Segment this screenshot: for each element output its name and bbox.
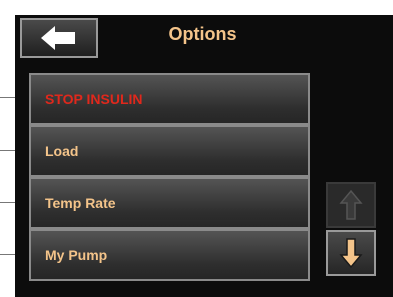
page-title: Options	[168, 24, 237, 44]
menu-item-label: My Pump	[45, 247, 108, 263]
back-button[interactable]	[20, 18, 98, 58]
menu-item-stop-insulin[interactable]: STOP INSULIN	[29, 73, 310, 125]
arrow-up-icon	[339, 189, 363, 220]
scroll-down-button[interactable]	[326, 230, 376, 276]
menu-item-label: Load	[45, 143, 79, 159]
scroll-up-button[interactable]	[326, 182, 376, 228]
menu-item-load[interactable]: Load	[29, 125, 310, 177]
menu-item-label: STOP INSULIN	[45, 91, 143, 107]
arrow-down-icon	[339, 238, 363, 269]
arrow-left-icon	[41, 26, 75, 50]
menu-item-temp-rate[interactable]: Temp Rate	[29, 177, 310, 229]
menu-item-my-pump[interactable]: My Pump	[29, 229, 310, 281]
menu-item-label: Temp Rate	[45, 195, 116, 211]
